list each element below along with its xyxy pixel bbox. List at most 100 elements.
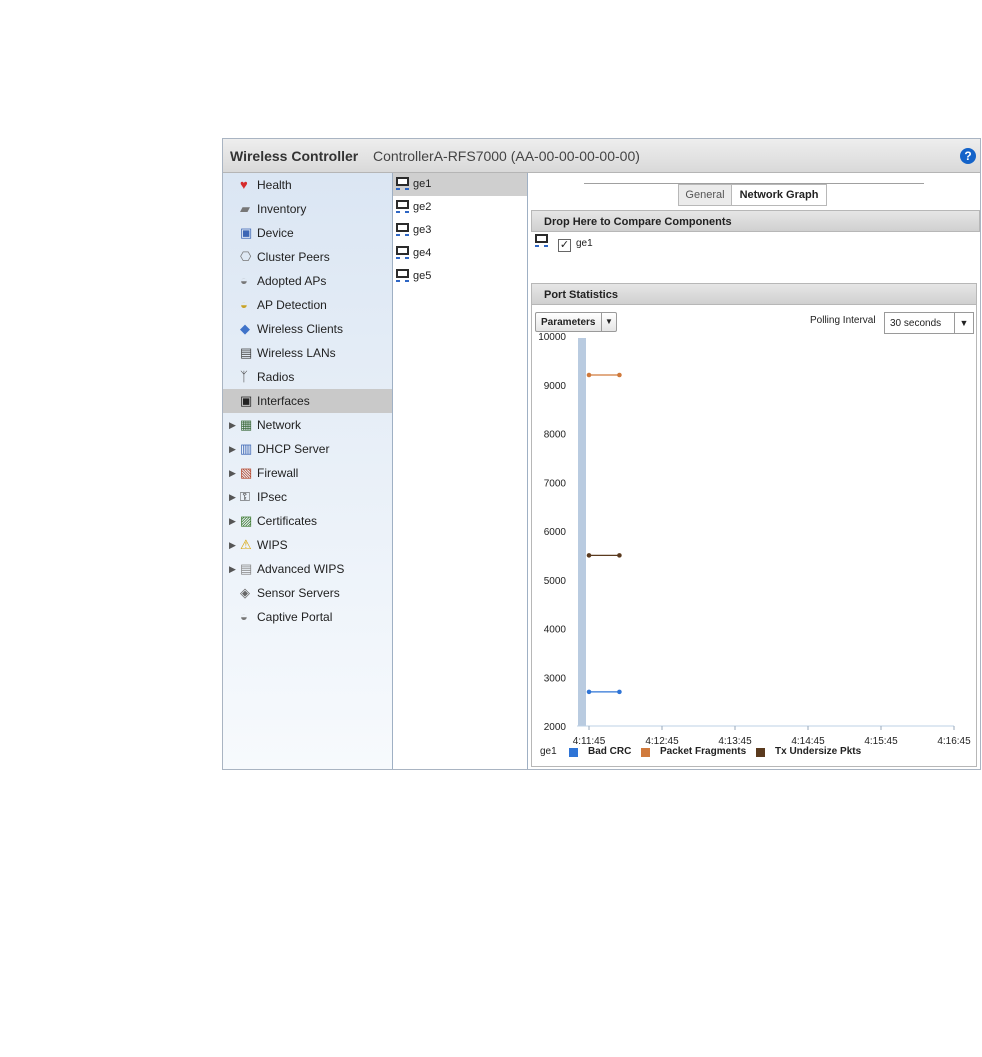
sidebar-item-label: Certificates xyxy=(257,514,318,528)
sidebar-item-label: Wireless Clients xyxy=(257,322,344,336)
port-icon xyxy=(396,246,409,259)
sidebar-item-label: Wireless LANs xyxy=(257,346,336,360)
legend-swatch-tx-undersize xyxy=(756,748,765,757)
sidebar-item-label: WIPS xyxy=(257,538,288,552)
series-point xyxy=(586,553,592,558)
port-icon xyxy=(396,200,409,213)
sidebar-item-label: Firewall xyxy=(257,466,299,480)
y-tick-label: 8000 xyxy=(544,430,567,441)
series-point xyxy=(586,372,592,378)
port-label: ge5 xyxy=(413,270,432,282)
expand-arrow-icon[interactable]: ▶ xyxy=(229,533,236,557)
x-tick-label: 4:16:45 xyxy=(937,736,971,746)
sidebar-item-label: Interfaces xyxy=(257,394,310,408)
health-icon: ♥ xyxy=(240,177,248,192)
sidebar-item-wips[interactable]: ▶ ⚠ WIPS xyxy=(223,533,392,557)
x-tick-label: 4:14:45 xyxy=(791,736,825,746)
port-item-ge4[interactable]: ge4 xyxy=(393,242,527,265)
header-bar: Wireless Controller ControllerA-RFS7000 … xyxy=(223,139,980,173)
certificates-icon: ▨ xyxy=(240,513,253,528)
port-item-ge5[interactable]: ge5 xyxy=(393,265,527,288)
wireless-lans-icon: ▤ xyxy=(240,345,253,360)
cluster-peers-icon: ⎔ xyxy=(240,249,252,264)
expand-arrow-icon[interactable]: ▶ xyxy=(229,509,236,533)
sidebar-item-firewall[interactable]: ▶ ▧ Firewall xyxy=(223,461,392,485)
legend-swatch-bad-crc xyxy=(569,748,578,757)
port-statistics-panel: Port Statistics Parameters ▼ Polling Int… xyxy=(531,283,977,767)
series-point xyxy=(617,553,622,558)
sidebar-item-captive-portal[interactable]: ◒ Captive Portal xyxy=(223,605,392,629)
main-panel: General Network Graph Drop Here to Compa… xyxy=(528,173,980,769)
tab-network-graph[interactable]: Network Graph xyxy=(731,184,827,206)
y-tick-label: 9000 xyxy=(544,381,567,392)
sidebar-item-sensor-servers[interactable]: ◈ Sensor Servers xyxy=(223,581,392,605)
series-point xyxy=(617,372,622,378)
network-icon: ▦ xyxy=(240,417,253,432)
tab-general[interactable]: General xyxy=(678,184,732,206)
y-tick-label: 3000 xyxy=(544,673,567,684)
legend-bad-crc: Bad CRC xyxy=(588,746,632,757)
sidebar-item-interfaces[interactable]: ▣ Interfaces xyxy=(223,389,392,413)
port-icon xyxy=(396,223,409,236)
port-item-ge1[interactable]: ge1 xyxy=(393,173,527,196)
expand-arrow-icon[interactable]: ▶ xyxy=(229,413,236,437)
sidebar-item-health[interactable]: ♥ Health xyxy=(223,173,392,197)
sidebar-item-label: IPsec xyxy=(257,490,288,504)
sidebar-item-label: Health xyxy=(257,178,292,192)
sidebar-item-network[interactable]: ▶ ▦ Network xyxy=(223,413,392,437)
legend-prefix: ge1 xyxy=(540,746,557,757)
sidebar-item-cluster-peers[interactable]: ⎔ Cluster Peers xyxy=(223,245,392,269)
expand-arrow-icon[interactable]: ▶ xyxy=(229,557,236,581)
help-icon[interactable]: ? xyxy=(960,148,976,164)
sidebar-item-label: DHCP Server xyxy=(257,442,330,456)
expand-arrow-icon[interactable]: ▶ xyxy=(229,437,236,461)
expand-arrow-icon[interactable]: ▶ xyxy=(229,461,236,485)
x-tick-label: 4:12:45 xyxy=(645,736,679,746)
sidebar-item-label: Cluster Peers xyxy=(257,250,330,264)
sidebar-item-wireless-clients[interactable]: ◆ Wireless Clients xyxy=(223,317,392,341)
y-tick-label: 5000 xyxy=(544,576,567,587)
sidebar-item-dhcp-server[interactable]: ▶ ▥ DHCP Server xyxy=(223,437,392,461)
sensor-servers-icon: ◈ xyxy=(240,585,250,600)
compare-heading: Drop Here to Compare Components xyxy=(531,210,980,232)
interfaces-icon: ▣ xyxy=(240,393,253,408)
sidebar-item-wireless-lans[interactable]: ▤ Wireless LANs xyxy=(223,341,392,365)
expand-arrow-icon[interactable]: ▶ xyxy=(229,485,236,509)
sidebar-item-inventory[interactable]: ▰ Inventory xyxy=(223,197,392,221)
sidebar-item-label: Sensor Servers xyxy=(257,586,340,600)
port-label: ge2 xyxy=(413,201,432,213)
port-label: ge3 xyxy=(413,224,432,236)
port-icon xyxy=(396,177,409,190)
sidebar-item-device[interactable]: ▣ Device xyxy=(223,221,392,245)
inventory-icon: ▰ xyxy=(240,201,250,216)
sidebar-item-label: Advanced WIPS xyxy=(257,562,345,576)
port-label: ge4 xyxy=(413,247,432,259)
adopted-aps-icon: ◒ xyxy=(240,273,248,288)
sidebar-item-adopted-aps[interactable]: ◒ Adopted APs xyxy=(223,269,392,293)
compare-component-label: ge1 xyxy=(576,238,593,249)
sidebar-item-ipsec[interactable]: ▶ ⚿ IPsec xyxy=(223,485,392,509)
app-window: Wireless Controller ControllerA-RFS7000 … xyxy=(222,138,981,770)
firewall-icon: ▧ xyxy=(240,465,253,480)
wireless-clients-icon: ◆ xyxy=(240,321,250,336)
legend-packet-fragments: Packet Fragments xyxy=(660,746,747,757)
x-tick-label: 4:15:45 xyxy=(864,736,898,746)
sidebar-item-ap-detection[interactable]: ◒ AP Detection xyxy=(223,293,392,317)
port-statistics-heading: Port Statistics xyxy=(531,283,977,305)
port-icon xyxy=(535,234,548,247)
wips-icon: ⚠ xyxy=(240,537,252,552)
port-label: ge1 xyxy=(413,178,432,190)
y-tick-label: 10000 xyxy=(538,332,566,343)
dhcp-server-icon: ▥ xyxy=(240,441,253,456)
port-item-ge2[interactable]: ge2 xyxy=(393,196,527,219)
ap-detection-icon: ◒ xyxy=(240,297,248,312)
device-icon: ▣ xyxy=(240,225,253,240)
sidebar-item-certificates[interactable]: ▶ ▨ Certificates xyxy=(223,509,392,533)
ipsec-icon: ⚿ xyxy=(240,489,250,504)
sidebar-item-label: AP Detection xyxy=(257,298,327,312)
sidebar-item-advanced-wips[interactable]: ▶ ▤ Advanced WIPS xyxy=(223,557,392,581)
port-item-ge3[interactable]: ge3 xyxy=(393,219,527,242)
sidebar-item-radios[interactable]: ᛉ Radios xyxy=(223,365,392,389)
compare-checkbox[interactable]: ✓ xyxy=(558,239,571,252)
y-tick-label: 2000 xyxy=(544,722,567,733)
